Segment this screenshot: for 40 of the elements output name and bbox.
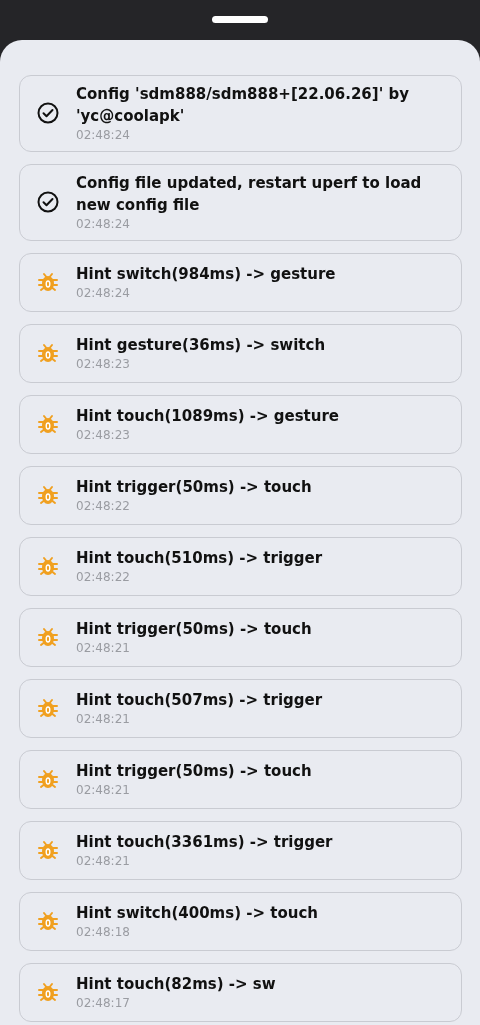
- log-message: Config file updated, restart uperf to load new config file: [76, 173, 423, 216]
- log-time: 02:48:24: [76, 216, 131, 232]
- bug-icon: [36, 696, 60, 720]
- bug-icon: [36, 554, 60, 578]
- log-time: 02:48:18: [76, 924, 131, 940]
- log-time: 02:48:21: [76, 782, 131, 798]
- log-message: Hint touch(507ms) -> trigger: [76, 690, 323, 711]
- log-message: Hint switch(400ms) -> touch: [76, 903, 318, 924]
- log-message: Config 'sdm888/sdm888+[22.06.26]' by 'yc@coolapk': [76, 84, 410, 127]
- log-time: 02:48:23: [76, 427, 131, 443]
- log-time: 02:48:21: [76, 640, 131, 656]
- bug-icon: [36, 412, 60, 436]
- log-message: Hint touch(510ms) -> trigger: [76, 548, 323, 569]
- log-message: Hint switch(984ms) -> gesture: [76, 264, 336, 285]
- log-message: Hint touch(1089ms) -> gesture: [76, 406, 339, 427]
- bug-icon: [36, 980, 60, 1004]
- bug-icon: [36, 909, 60, 933]
- log-time: 02:48:24: [76, 127, 131, 143]
- log-message: Hint trigger(50ms) -> touch: [76, 619, 312, 640]
- check-circle-icon: [36, 190, 60, 214]
- bug-icon: [36, 270, 60, 294]
- log-message: Hint trigger(50ms) -> touch: [76, 761, 312, 782]
- log-time: 02:48:17: [76, 995, 131, 1011]
- log-time: 02:48:23: [76, 356, 131, 372]
- log-time: 02:48:22: [76, 569, 131, 585]
- log-time: 02:48:22: [76, 498, 131, 514]
- log-time: 02:48:21: [76, 853, 131, 869]
- bug-icon: [36, 341, 60, 365]
- bug-icon: [36, 838, 60, 862]
- log-time: 02:48:21: [76, 711, 131, 727]
- drag-handle[interactable]: [212, 16, 268, 23]
- bug-icon: [36, 767, 60, 791]
- check-circle-icon: [36, 101, 60, 125]
- log-time: 02:48:24: [76, 285, 131, 301]
- bug-icon: [36, 483, 60, 507]
- log-message: Hint gesture(36ms) -> switch: [76, 335, 326, 356]
- log-message: Hint trigger(50ms) -> touch: [76, 477, 312, 498]
- log-message: Hint touch(82ms) -> sw: [76, 974, 276, 995]
- log-message: Hint touch(3361ms) -> trigger: [76, 832, 333, 853]
- bug-icon: [36, 625, 60, 649]
